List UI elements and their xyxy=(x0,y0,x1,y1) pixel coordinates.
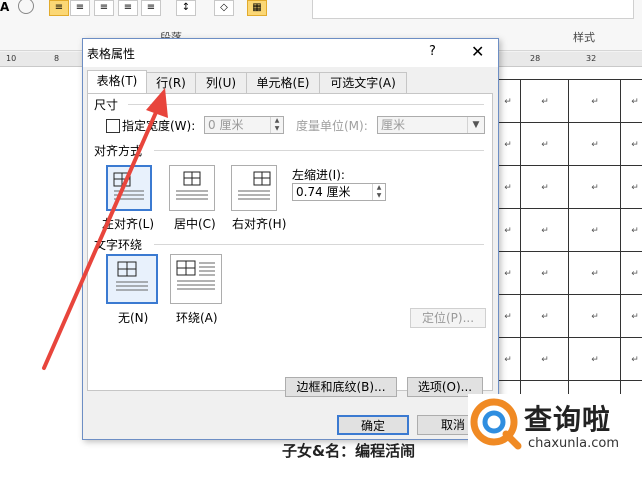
watermark-url: chaxunla.com xyxy=(528,436,619,451)
watermark-brand: 查询啦 xyxy=(524,403,612,436)
chaxunla-logo-icon xyxy=(470,398,522,450)
watermark: 查询啦 chaxunla.com xyxy=(468,394,642,478)
